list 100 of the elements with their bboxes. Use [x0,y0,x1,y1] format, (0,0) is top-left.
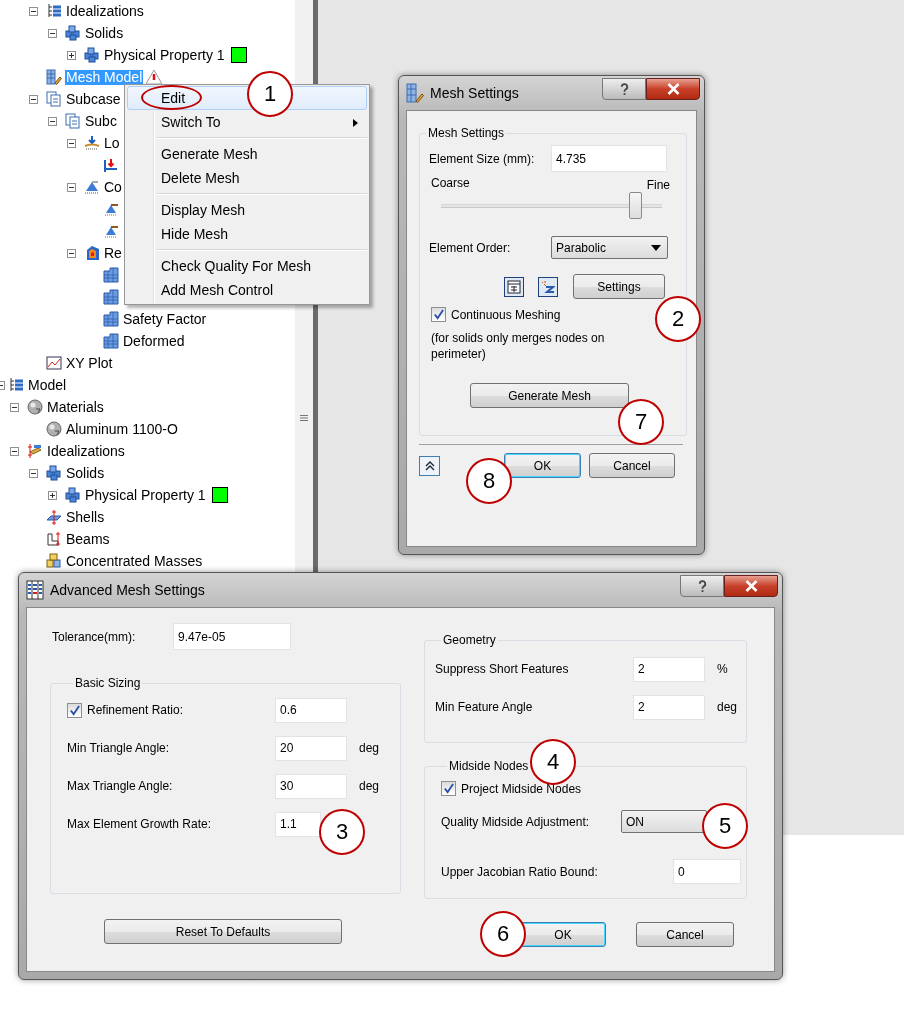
close-button[interactable] [724,575,778,597]
close-icon [665,83,681,95]
collapse-icon[interactable] [67,182,76,192]
tree-item[interactable]: Concentrated Masses [65,553,204,569]
close-button[interactable] [646,78,700,100]
grip-icon[interactable] [300,413,308,422]
result-block-icon [103,311,119,327]
tree-item[interactable]: Model [27,377,68,393]
tree-item[interactable]: Solids [65,465,106,481]
tree-item[interactable]: Physical Property 1 [84,487,207,503]
constraint-icon [103,223,119,239]
collapse-icon[interactable] [48,28,57,38]
field-label: Element Size (mm): [429,151,536,166]
field-label: Tolerance(mm): [52,629,137,644]
ok-button[interactable]: OK [504,453,581,478]
reset-button[interactable]: Reset To Defaults [104,919,342,944]
collapse-button[interactable] [419,455,440,476]
tree-item[interactable]: Materials [46,399,105,415]
sparkle-icon[interactable] [538,276,558,297]
collapse-icon[interactable] [67,248,76,258]
window-title: Mesh Settings [430,85,519,101]
mesh-icon [46,69,62,85]
tree-item[interactable]: Safety Factor [122,311,208,327]
pages-icon [46,91,62,107]
table-icon[interactable] [504,276,524,297]
group-title: Mesh Settings [427,126,506,140]
result-block-icon [103,289,119,305]
tolerance-field[interactable]: 9.47e-05 [173,623,291,650]
caret-icon [651,244,661,251]
menu-item[interactable]: Display Mesh [127,198,367,222]
element-size-field[interactable]: 4.735 [551,145,667,172]
input-field[interactable]: 2 [633,694,705,720]
note-text: (for solids only merges nodes on perimeter) [431,330,606,362]
menu-item[interactable]: Hide Mesh [127,222,367,246]
tree-item[interactable]: Idealizations [46,443,126,459]
field-label: Min Triangle Angle: [67,741,170,755]
sphere-icon [27,399,43,415]
input-field[interactable]: 20 [275,735,347,761]
input-field[interactable]: 0.6 [275,697,347,723]
tree-item[interactable]: Deformed [122,333,186,349]
tree-item[interactable]: Subcase [65,91,122,107]
collapse-icon[interactable] [67,138,76,148]
unit-label: deg [359,779,380,793]
input-field[interactable]: 1.1 [275,811,321,837]
expand-icon[interactable] [48,490,57,500]
element-order-dropdown[interactable]: Parabolic [551,236,668,259]
plot-icon [46,355,62,371]
blocks-icon [46,553,62,569]
cubes-icon [46,465,62,481]
field-label: Min Feature Angle [435,700,534,714]
slider-thumb[interactable] [629,192,643,219]
checkbox[interactable] [431,307,446,322]
collapse-icon[interactable] [48,116,57,126]
collapse-icon[interactable] [10,402,19,412]
checkbox[interactable] [67,702,82,718]
collapse-icon[interactable] [10,446,19,456]
group-title: Geometry [442,633,497,647]
tree-item[interactable]: Physical Property 1 [103,47,226,63]
tree-item[interactable]: Subc [84,113,118,129]
help-button[interactable] [680,575,724,597]
menu-item[interactable]: Check Quality For Mesh [127,254,367,278]
field-label: Suppress Short Features [435,662,570,676]
menu-item[interactable]: Generate Mesh [127,142,367,166]
tree-item[interactable]: Co [103,179,123,195]
tree-item[interactable]: Idealizations [65,3,145,19]
collapse-icon[interactable] [29,94,38,104]
ok-button[interactable]: OK [520,922,606,947]
tree-item[interactable]: Lo [103,135,121,151]
collapse-icon[interactable] [29,468,38,478]
input-field[interactable]: 2 [633,656,705,682]
cubes-icon [65,487,81,503]
hierarchy-icon [46,3,62,19]
checkbox-label: Continuous Meshing [451,307,561,322]
slider-label: Coarse [431,176,470,192]
load-icon [84,135,100,151]
tree-item[interactable]: Solids [84,25,125,41]
pages-icon [65,113,81,129]
input-field[interactable]: 30 [275,773,347,799]
field-label: Max Element Growth Rate: [67,817,212,831]
tree-item[interactable]: Re [103,245,123,261]
menu-item[interactable]: Add Mesh Control [127,278,367,302]
help-icon [696,578,708,594]
expand-icon[interactable] [67,50,76,60]
cancel-button[interactable]: Cancel [589,453,675,478]
force-icon [103,157,119,173]
checkbox[interactable] [441,781,456,796]
generate-mesh-button[interactable]: Generate Mesh [470,383,629,408]
adjustment-dropdown[interactable]: ON [621,810,707,833]
help-button[interactable] [602,78,646,100]
field-label: Element Order: [429,240,512,255]
input-field[interactable]: 0 [673,859,741,884]
settings-button[interactable]: Settings [573,274,665,299]
tree-item[interactable]: XY Plot [65,355,114,371]
collapse-icon[interactable] [29,6,38,16]
tree-item[interactable]: Aluminum 1100-O [65,421,179,437]
tree-item[interactable]: Beams [65,531,111,547]
cancel-button[interactable]: Cancel [636,922,734,947]
tree-item[interactable]: Shells [65,509,106,525]
panel-icon [26,580,44,600]
menu-item[interactable]: Delete Mesh [127,166,367,190]
